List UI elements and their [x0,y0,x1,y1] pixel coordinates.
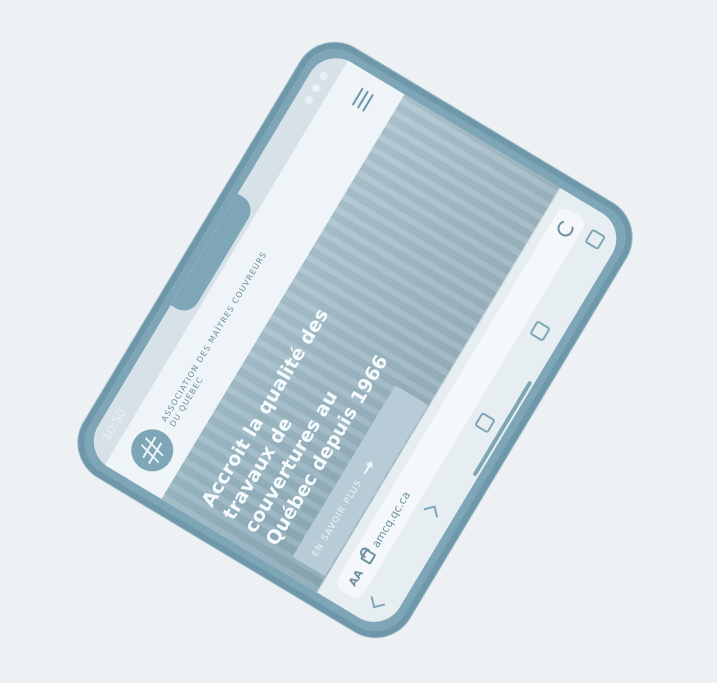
lock-icon [360,548,377,565]
forward-chevron-icon[interactable] [423,505,439,521]
phone-frame: 10:50 Association des maîtres couvreurs … [63,27,647,653]
signal-icon [303,94,315,106]
reload-icon[interactable] [554,217,577,240]
phone-screen: 10:50 Association des maîtres couvreurs … [82,47,628,633]
share-icon[interactable] [473,411,496,434]
tabs-icon[interactable] [584,228,607,251]
wifi-icon [310,82,322,94]
arrow-right-icon [363,461,373,475]
hamburger-menu-icon[interactable] [351,87,375,112]
text-size-button[interactable]: AA [346,567,366,588]
back-chevron-icon[interactable] [370,593,386,609]
site-logo[interactable] [123,421,182,480]
battery-icon [317,70,329,82]
stage: 10:50 Association des maîtres couvreurs … [0,0,717,683]
roof-grid-icon [137,431,168,470]
bookmarks-icon[interactable] [529,320,552,343]
